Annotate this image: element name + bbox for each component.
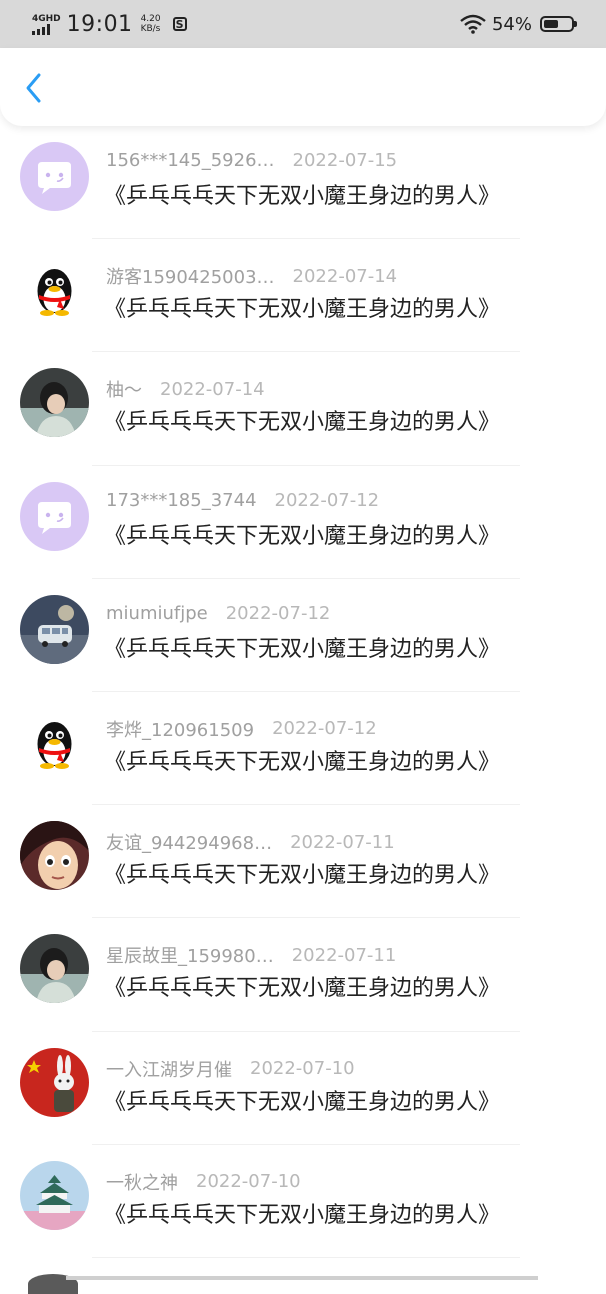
user-name: 柚～ <box>106 380 142 402</box>
peek-divider <box>66 1276 538 1280</box>
item-meta: 游客1590425003… 2022-07-14 <box>106 263 397 289</box>
list-item[interactable]: 173***185_3744 2022-07-12 《乒乓乓乓天下无双小魔王身边的男… <box>0 466 606 579</box>
user-name: 星辰故里_159980… <box>106 946 274 968</box>
castle-photo-avatar[interactable] <box>20 1160 89 1230</box>
item-date: 2022-07-12 <box>225 602 331 624</box>
item-meta: 友谊_944294968… 2022-07-11 <box>106 829 395 855</box>
battery-tip <box>574 21 577 27</box>
battery-icon <box>540 16 577 32</box>
book-title: 《乒乓乓乓天下无双小魔王身边的男人》 <box>104 410 501 436</box>
list-item[interactable]: 游客1590425003… 2022-07-14 《乒乓乓乓天下无双小魔王身边的男人… <box>0 239 606 353</box>
user-name: 友谊_944294968… <box>106 833 273 855</box>
rabbit-flag-avatar[interactable] <box>20 1047 89 1117</box>
item-date: 2022-07-12 <box>272 718 377 740</box>
item-meta: 李烨_120961509 2022-07-12 <box>106 716 377 742</box>
book-title: 《乒乓乓乓天下无双小魔王身边的男人》 <box>104 749 501 775</box>
status-bar: 4GHD 19:01 4.20 KB/s S 54% <box>0 0 606 48</box>
book-title: 《乒乓乓乓天下无双小魔王身边的男人》 <box>104 976 501 1002</box>
user-name: miumiufjpe <box>106 602 208 624</box>
network-speed-unit: KB/s <box>140 24 161 34</box>
item-meta: 173***185_3744 2022-07-12 <box>106 490 379 511</box>
item-date: 2022-07-14 <box>160 378 265 400</box>
list-item[interactable]: 星辰故里_159980… 2022-07-11 《乒乓乓乓天下无双小魔王身边的男人》 <box>0 918 606 1032</box>
user-name: 156***145_5926… <box>106 150 275 171</box>
list-item[interactable]: 一入江湖岁月催 2022-07-10 《乒乓乓乓天下无双小魔王身边的男人》 <box>0 1032 606 1145</box>
nav-bar <box>0 48 606 126</box>
item-date: 2022-07-11 <box>290 831 395 853</box>
user-name: 173***185_3744 <box>106 489 257 511</box>
battery-fill <box>544 20 559 28</box>
list-item[interactable]: 156***145_5926… 2022-07-15 《乒乓乓乓天下无双小魔王身边的… <box>0 126 606 240</box>
item-date: 2022-07-10 <box>250 1058 355 1079</box>
back-button[interactable] <box>14 68 54 108</box>
notification-s-icon: S <box>172 17 187 31</box>
item-meta: 星辰故里_159980… 2022-07-11 <box>106 942 396 968</box>
network-indicator: 4GHD <box>32 14 61 35</box>
item-meta: miumiufjpe 2022-07-12 <box>106 603 330 624</box>
list-item[interactable]: 一秋之神 2022-07-10 《乒乓乓乓天下无双小魔王身边的男人》 <box>0 1145 606 1258</box>
book-title: 《乒乓乓乓天下无双小魔王身边的男人》 <box>104 863 501 889</box>
network-speed: 4.20 KB/s <box>141 14 161 34</box>
item-date: 2022-07-10 <box>196 1171 301 1193</box>
photo-avatar[interactable] <box>20 368 89 438</box>
network-speed-value: 4.20 <box>140 14 161 24</box>
book-title: 《乒乓乓乓天下无双小魔王身边的男人》 <box>104 636 501 662</box>
book-title: 《乒乓乓乓天下无双小魔王身边的男人》 <box>104 297 501 323</box>
status-bar-left: 4GHD 19:01 4.20 KB/s S <box>32 8 187 40</box>
chat-bubble-avatar[interactable] <box>20 142 89 211</box>
qq-penguin-avatar[interactable] <box>20 707 89 777</box>
item-date: 2022-07-12 <box>274 489 380 511</box>
status-bar-right: 54% <box>460 8 577 40</box>
chat-bubble-avatar[interactable] <box>20 481 89 551</box>
clock: 19:01 <box>66 11 133 37</box>
user-name: 一入江湖岁月催 <box>106 1059 232 1081</box>
divider <box>92 1256 520 1258</box>
wifi-icon <box>460 14 486 34</box>
user-name: 一秋之神 <box>106 1172 178 1194</box>
book-title: 《乒乓乓乓天下无双小魔王身边的男人》 <box>104 1089 501 1115</box>
network-type: 4GHD <box>32 13 61 24</box>
item-meta: 一入江湖岁月催 2022-07-10 <box>106 1056 355 1082</box>
chevron-left-icon <box>26 73 41 103</box>
user-name: 游客1590425003… <box>106 267 275 289</box>
next-item-peek <box>0 1266 606 1294</box>
battery-percent: 54% <box>491 13 532 35</box>
item-date: 2022-07-11 <box>291 944 397 966</box>
comment-list: 156***145_5926… 2022-07-15 《乒乓乓乓天下无双小魔王身边的… <box>0 126 606 1258</box>
list-item[interactable]: 柚～ 2022-07-14 《乒乓乓乓天下无双小魔王身边的男人》 <box>0 352 606 466</box>
photo-avatar[interactable] <box>20 934 89 1004</box>
signal-icon <box>32 23 50 35</box>
cartoon-face-avatar[interactable] <box>20 821 89 891</box>
item-date: 2022-07-15 <box>292 150 398 171</box>
item-meta: 一秋之神 2022-07-10 <box>106 1169 301 1195</box>
qq-penguin-avatar[interactable] <box>20 255 89 325</box>
van-photo-avatar[interactable] <box>20 594 89 664</box>
list-item[interactable]: miumiufjpe 2022-07-12 《乒乓乓乓天下无双小魔王身边的男人》 <box>0 579 606 692</box>
item-meta: 156***145_5926… 2022-07-15 <box>106 150 397 171</box>
book-title: 《乒乓乓乓天下无双小魔王身边的男人》 <box>104 523 501 549</box>
user-name: 李烨_120961509 <box>106 719 255 741</box>
item-date: 2022-07-14 <box>292 265 398 287</box>
item-meta: 柚～ 2022-07-14 <box>106 376 265 402</box>
list-item[interactable]: 友谊_944294968… 2022-07-11 《乒乓乓乓天下无双小魔王身边的男人… <box>0 805 606 919</box>
book-title: 《乒乓乓乓天下无双小魔王身边的男人》 <box>104 184 501 209</box>
book-title: 《乒乓乓乓天下无双小魔王身边的男人》 <box>104 1202 501 1228</box>
list-item[interactable]: 李烨_120961509 2022-07-12 《乒乓乓乓天下无双小魔王身边的男人》 <box>0 692 606 806</box>
